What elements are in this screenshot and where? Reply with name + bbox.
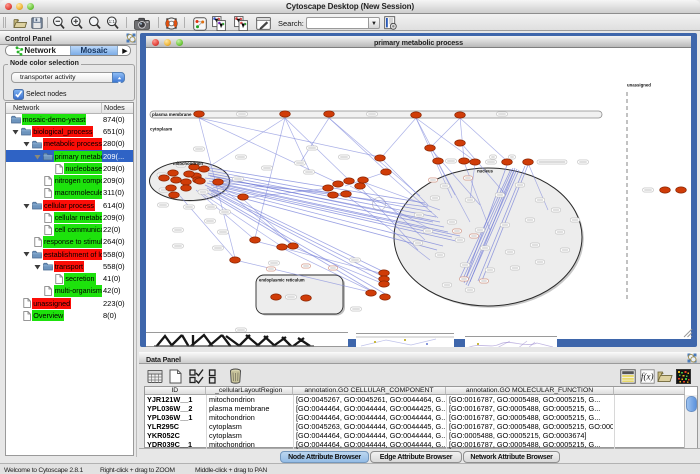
svg-text:plasma membrane: plasma membrane (152, 112, 192, 117)
svg-text:nucleus: nucleus (477, 169, 493, 174)
svg-text:mitochondrion: mitochondrion (173, 161, 203, 166)
svg-text:f(x): f(x) (641, 372, 654, 382)
svg-text:unassigned: unassigned (627, 83, 651, 88)
svg-text:1:1: 1:1 (109, 19, 116, 24)
svg-text:cytoplasm: cytoplasm (150, 127, 172, 132)
svg-text:endoplasmic reticulum: endoplasmic reticulum (259, 278, 305, 283)
